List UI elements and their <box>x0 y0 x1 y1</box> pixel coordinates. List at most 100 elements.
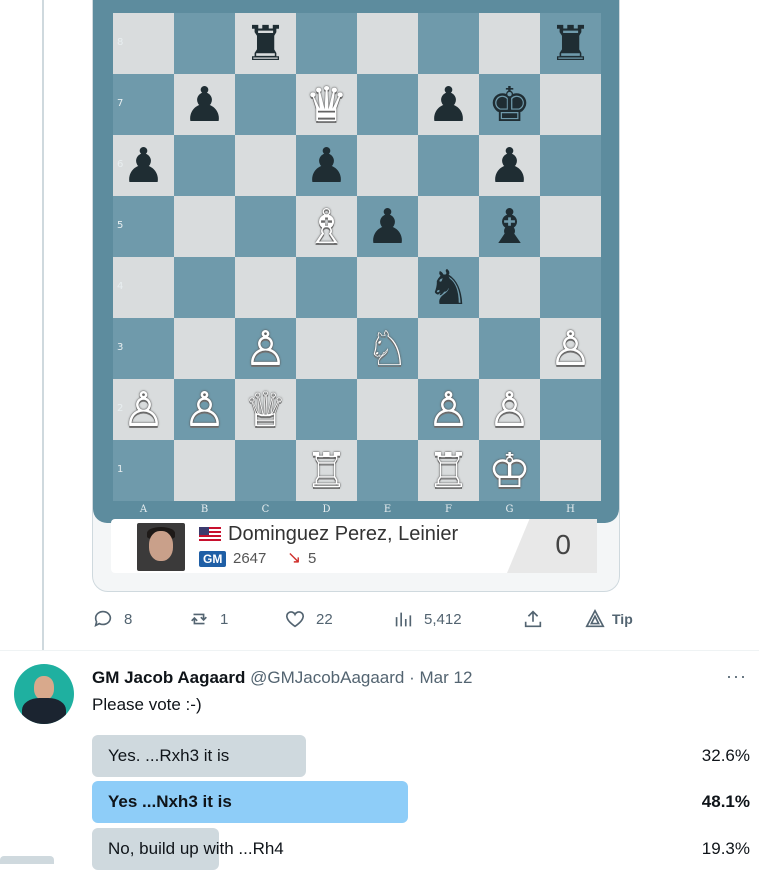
rating-down-arrow-icon: ↘ <box>287 548 302 567</box>
black-pawn-icon: ♟ <box>426 76 471 133</box>
board-square <box>235 440 296 501</box>
black-bishop-icon: ♝ <box>487 198 532 255</box>
views-button[interactable]: 5,412 <box>392 608 462 630</box>
board-square <box>479 257 540 318</box>
board-square <box>296 257 357 318</box>
board-square <box>479 13 540 74</box>
view-count: 5,412 <box>424 610 462 628</box>
board-square <box>174 257 235 318</box>
player-photo <box>137 523 185 571</box>
tip-label: Tip <box>612 611 633 627</box>
rank-label: 4 <box>117 281 124 292</box>
player-bar: Dominguez Perez, Leinier GM 2647 ↘ 5 0 <box>111 519 597 573</box>
poll-option-percent: 32.6% <box>701 746 750 765</box>
poll-option-label: Yes ...Nxh3 it is <box>108 792 232 811</box>
partial-ui-element <box>0 856 54 864</box>
thread-connector-line <box>42 0 44 650</box>
share-button[interactable] <box>522 608 544 630</box>
author-name[interactable]: GM Jacob Aagaard <box>92 668 245 687</box>
board-square <box>418 196 479 257</box>
file-label: E <box>383 504 392 515</box>
board-square <box>235 257 296 318</box>
author-avatar[interactable] <box>14 664 74 724</box>
like-count: 22 <box>316 610 333 628</box>
board-square <box>296 379 357 440</box>
rank-label: 8 <box>117 37 124 48</box>
board-square <box>235 74 296 135</box>
poll-option-percent: 19.3% <box>701 839 750 858</box>
board-square <box>296 13 357 74</box>
tip-icon <box>585 608 605 628</box>
reply-count: 8 <box>124 610 133 628</box>
tweet-actions: 8 1 22 5,412 Tip <box>92 608 652 636</box>
file-label: D <box>322 504 331 515</box>
board-square <box>357 440 418 501</box>
board-square <box>357 135 418 196</box>
board-square <box>357 257 418 318</box>
file-label: F <box>445 504 452 515</box>
board-square <box>296 318 357 379</box>
board-square <box>418 135 479 196</box>
board-square <box>357 379 418 440</box>
board-square <box>540 257 601 318</box>
tweet-author-line: GM Jacob Aagaard @GMJacobAagaard · Mar 1… <box>92 668 472 688</box>
board-square <box>540 196 601 257</box>
white-king-icon: ♔ <box>487 442 532 499</box>
white-pawn-icon: ♙ <box>426 381 471 438</box>
like-button[interactable]: 22 <box>284 608 333 630</box>
player-rating: 2647 <box>233 550 267 567</box>
author-handle[interactable]: @GMJacobAagaard <box>250 668 404 687</box>
white-rook-icon: ♖ <box>304 442 349 499</box>
repost-button[interactable]: 1 <box>188 608 228 630</box>
white-pawn-icon: ♙ <box>548 320 593 377</box>
rank-label: 3 <box>117 342 124 353</box>
reply-icon <box>94 610 112 627</box>
board-square <box>174 196 235 257</box>
rank-label: 5 <box>117 220 124 231</box>
usa-flag-icon <box>199 527 221 541</box>
poll-option-winner: Yes ...Nxh3 it is 48.1% <box>92 781 752 823</box>
repost-count: 1 <box>220 610 229 628</box>
rating-change: 5 <box>308 550 317 567</box>
board-square <box>174 135 235 196</box>
poll-option-label: Yes. ...Rxh3 it is <box>108 746 230 765</box>
score-panel <box>507 519 597 573</box>
white-knight-icon: ♘ <box>365 320 410 377</box>
file-label: G <box>505 504 514 515</box>
board-square <box>357 13 418 74</box>
chess-board-frame: 8 7 6 5 4 3 2 1 A B C D E F G H ♜ ♜ ♟ ♛ ♟ ♚ ♟ ♟ ♟ ♗ ♟ ♝ ♞ ♙ ♘ ♙ ♙ ♙ ♕ ♙ ♙ ♖ ♖ ♔ <box>93 0 619 523</box>
black-pawn-icon: ♟ <box>182 76 227 133</box>
tip-button[interactable]: Tip <box>584 608 633 630</box>
reply-button[interactable]: 8 <box>92 608 132 630</box>
player-score: 0 <box>555 529 571 560</box>
board-square <box>418 13 479 74</box>
repost-icon <box>191 613 207 625</box>
black-pawn-icon: ♟ <box>487 137 532 194</box>
black-pawn-icon: ♟ <box>365 198 410 255</box>
black-knight-icon: ♞ <box>426 259 471 316</box>
black-king-icon: ♚ <box>487 76 532 133</box>
board-square <box>357 74 418 135</box>
white-queen-icon: ♕ <box>243 381 288 438</box>
board-square <box>174 318 235 379</box>
chess-board: 8 7 6 5 4 3 2 1 A B C D E F G H ♜ ♜ ♟ ♛ ♟ ♚ ♟ ♟ ♟ ♗ ♟ ♝ ♞ ♙ ♘ ♙ ♙ ♙ ♕ ♙ ♙ ♖ ♖ ♔ <box>113 13 601 515</box>
board-square <box>540 379 601 440</box>
tweet-date[interactable]: Mar 12 <box>420 668 473 687</box>
white-bishop-icon: ♗ <box>304 198 349 255</box>
black-rook-icon: ♜ <box>243 15 288 72</box>
more-options-icon[interactable]: ··· <box>726 666 747 687</box>
rank-label: 1 <box>117 464 124 475</box>
black-pawn-icon: ♟ <box>121 137 166 194</box>
board-square <box>418 318 479 379</box>
black-rook-icon: ♜ <box>548 15 593 72</box>
embedded-chess-image[interactable]: 8 7 6 5 4 3 2 1 A B C D E F G H ♜ ♜ ♟ ♛ ♟ ♚ ♟ ♟ ♟ ♗ ♟ ♝ ♞ ♙ ♘ ♙ ♙ ♙ ♕ ♙ ♙ ♖ ♖ ♔… <box>92 0 620 592</box>
board-square <box>540 440 601 501</box>
board-square <box>235 196 296 257</box>
black-queen-icon: ♛ <box>304 76 349 133</box>
share-icon <box>524 610 542 628</box>
title-badge: GM <box>199 551 227 567</box>
heart-icon <box>285 611 305 628</box>
player-name: Dominguez Perez, Leinier <box>228 523 459 545</box>
file-label: B <box>200 504 209 515</box>
white-pawn-icon: ♙ <box>487 381 532 438</box>
